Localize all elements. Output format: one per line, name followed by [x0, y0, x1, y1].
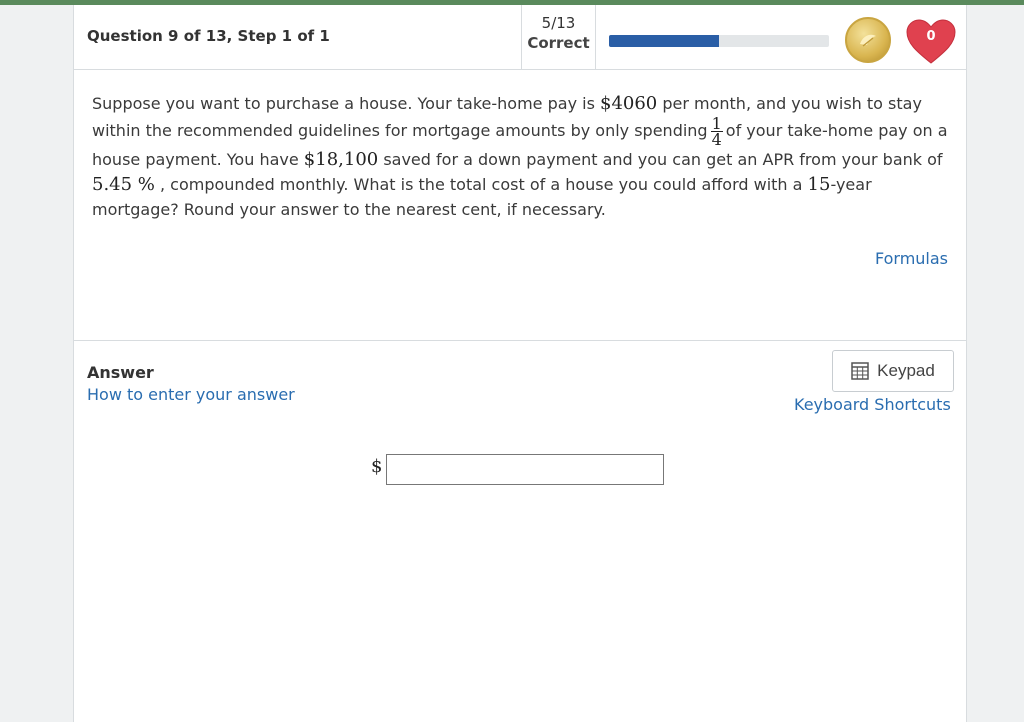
question-text: Suppose you want to purchase a house. Yo…	[92, 91, 952, 222]
fraction-one-quarter: 14	[710, 116, 723, 149]
answer-input[interactable]	[386, 454, 664, 485]
question-text-part: Suppose you want to purchase a house. Yo…	[92, 94, 600, 113]
currency-symbol: $	[371, 456, 383, 477]
hearts-count: 0	[926, 29, 936, 44]
answer-heading: Answer	[87, 363, 154, 382]
coin-icon[interactable]	[845, 17, 891, 63]
progress-bar-fill	[609, 35, 719, 47]
formulas-link[interactable]: Formulas	[875, 249, 948, 268]
question-header: Question 9 of 13, Step 1 of 1 5/13 Corre…	[74, 5, 966, 70]
question-text-part: saved for a down payment and you can get…	[378, 150, 943, 169]
progress-bar	[609, 35, 829, 47]
heart-icon[interactable]: 0	[904, 17, 958, 67]
score-fraction: 5/13	[541, 14, 576, 32]
how-to-enter-answer-link[interactable]: How to enter your answer	[87, 385, 295, 404]
apr-value: 5.45 %	[92, 174, 155, 195]
keyboard-shortcuts-link[interactable]: Keyboard Shortcuts	[794, 395, 951, 414]
section-divider	[74, 340, 966, 341]
keypad-icon	[851, 362, 869, 380]
score-box: 5/13 Correct	[521, 5, 596, 70]
question-panel: Question 9 of 13, Step 1 of 1 5/13 Corre…	[73, 5, 967, 722]
down-payment-value: $18,100	[303, 149, 379, 170]
score-label: Correct	[527, 34, 590, 52]
question-text-part: , compounded monthly. What is the total …	[154, 175, 808, 194]
fraction-denominator: 4	[711, 130, 722, 149]
keypad-button[interactable]: Keypad	[832, 350, 954, 392]
keypad-button-label: Keypad	[877, 361, 935, 380]
take-home-pay-value: $4060	[600, 93, 658, 114]
question-number-label: Question 9 of 13, Step 1 of 1	[87, 27, 330, 45]
mortgage-years-value: 15	[807, 174, 831, 195]
